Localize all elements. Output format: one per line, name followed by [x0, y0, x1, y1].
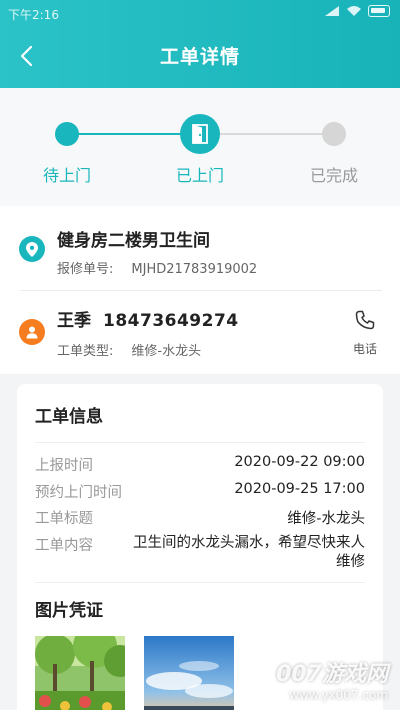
- progress-line-completed: [70, 133, 190, 135]
- page-title: 工单详情: [159, 46, 240, 68]
- contact-row: 王季 18473649274: [57, 306, 239, 331]
- photo-evidence-2[interactable]: [144, 636, 234, 710]
- step-dot-pending-visit: [55, 122, 79, 146]
- appointment-time-label: 预约上门时间: [35, 485, 122, 501]
- order-number-row: 报修单号: MJHD21783919002: [57, 258, 257, 277]
- divider: [35, 442, 365, 443]
- call-label: 电话: [352, 342, 377, 356]
- status-progress: 待上门 已上门 已完成: [0, 88, 400, 206]
- person-icon: [19, 319, 45, 345]
- call-button[interactable]: 电话: [348, 310, 382, 357]
- appointment-time-value: 2020-09-25 17:00: [234, 481, 365, 497]
- order-type-row: 工单类型: 维修-水龙头: [57, 340, 201, 359]
- order-number-value: MJHD21783919002: [131, 262, 258, 277]
- status-icons: [324, 5, 390, 17]
- signal-icon: [325, 6, 339, 16]
- watermark-title: 007游戏网: [276, 662, 388, 687]
- order-title-value: 维修-水龙头: [287, 511, 365, 527]
- order-info-title: 工单信息: [35, 407, 103, 427]
- location-icon: [19, 236, 45, 262]
- battery-icon: [368, 5, 390, 17]
- wifi-icon: [347, 6, 361, 16]
- step-label-pending-visit: 待上门: [42, 166, 91, 185]
- photo-evidence-title: 图片凭证: [35, 601, 103, 621]
- order-number-label: 报修单号:: [57, 262, 114, 277]
- watermark-url: www.yx007.com: [289, 688, 388, 702]
- door-icon: [192, 124, 208, 144]
- report-time-value: 2020-09-22 09:00: [234, 454, 365, 470]
- order-content-label: 工单内容: [35, 538, 93, 554]
- photo-evidence-1[interactable]: [35, 636, 125, 710]
- phone-icon: [355, 310, 375, 330]
- step-dot-visited: [180, 114, 220, 154]
- order-type-value: 维修-水龙头: [131, 344, 202, 359]
- order-title-label: 工单标题: [35, 511, 93, 527]
- step-dot-completed: [322, 122, 346, 146]
- location-title: 健身房二楼男卫生间: [57, 231, 210, 251]
- contact-phone: 18473649274: [103, 311, 239, 331]
- watermark: 007游戏网 www.yx007.com: [276, 656, 388, 702]
- order-summary: 健身房二楼男卫生间 报修单号: MJHD21783919002 王季 1847364…: [0, 206, 400, 374]
- contact-name: 王季: [57, 311, 91, 331]
- order-type-label: 工单类型:: [57, 344, 114, 359]
- progress-line-pending: [218, 133, 330, 135]
- step-label-completed: 已完成: [309, 166, 358, 185]
- step-label-visited: 已上门: [175, 166, 224, 185]
- order-content-value: 卫生间的水龙头漏水，希望尽快来人维修: [133, 535, 365, 570]
- divider: [35, 582, 365, 583]
- status-time: 下午2:16: [8, 8, 59, 22]
- divider: [20, 290, 382, 291]
- report-time-label: 上报时间: [35, 458, 93, 474]
- status-bar: 下午2:16: [0, 0, 400, 28]
- app-header: 下午2:16 工单详情: [0, 0, 400, 88]
